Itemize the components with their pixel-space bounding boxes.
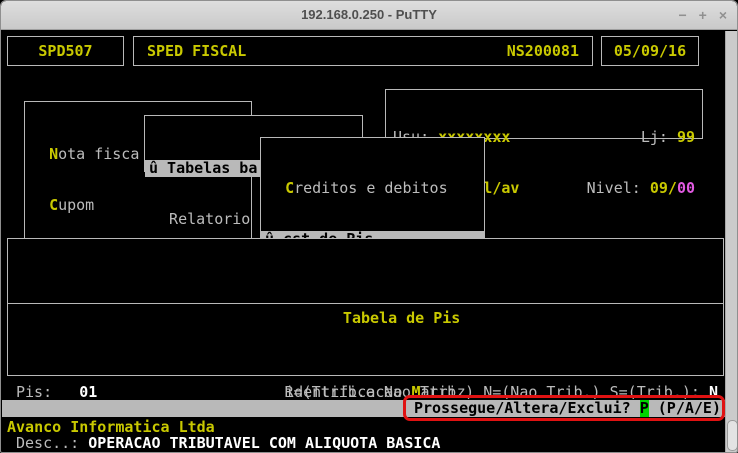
panel-title: Tabela de Pis <box>342 309 461 327</box>
level-label: Nivel: <box>586 179 650 197</box>
program-code-box: SPD507 <box>7 36 124 66</box>
title-bar[interactable]: 192.168.0.250 - PuTTY − + × <box>1 1 737 30</box>
prompt-options: (P/A/E) <box>648 399 721 417</box>
screen-code: NS200081 <box>506 41 579 60</box>
desc-value: OPERACAO TRIBUTAVEL COM ALIQUOTA BASICA <box>88 434 441 452</box>
pis-label: Pis: <box>16 383 80 401</box>
app-title: SPED FISCAL <box>147 41 247 60</box>
prompt-text: Prossegue/Altera/Exclui? <box>413 399 640 417</box>
desc-label: Desc..: <box>16 434 89 452</box>
company-name: Avanco Informatica Ltda <box>7 418 215 436</box>
level-field: Nivel: 09/00 <box>587 180 695 197</box>
app-title-box: SPED FISCAL NS200081 <box>133 36 593 66</box>
minimize-icon[interactable]: − <box>678 6 686 24</box>
terminal-scrollbar[interactable] <box>725 31 737 452</box>
maximize-icon[interactable]: + <box>699 6 707 24</box>
store-value: 99 <box>676 128 695 146</box>
program-code: SPD507 <box>38 41 93 60</box>
desc-field[interactable]: Desc..: OPERACAO TRIBUTAVEL COM ALIQUOTA… <box>16 435 440 452</box>
scrollbar-thumb[interactable] <box>727 420 737 451</box>
store-field: Lj: 99 <box>641 129 695 146</box>
session-info-box: Usu: xxxxxxxx Lj: 99 Imp: ../rel/av Nive… <box>385 89 703 197</box>
tabela-pis-panel: Tabela de Pis Pis: 01 R=(Ttrib.e Nao Tri… <box>7 238 724 452</box>
store-label: Lj: <box>640 128 677 146</box>
pis-field[interactable]: Pis: 01 <box>16 384 97 401</box>
submenu-cst-tables: Creditos e debitos û cst de Pis cst de C… <box>260 137 485 401</box>
level-sub-value: 00 <box>676 179 695 197</box>
prompt-answer-cursor[interactable]: P <box>639 400 649 417</box>
tabela-pis-title-row: Tabela de Pis <box>8 273 723 327</box>
putty-window: 192.168.0.250 - PuTTY − + × SPD507 SPED … <box>0 0 738 453</box>
terminal-screen[interactable]: SPD507 SPED FISCAL NS200081 05/09/16 Usu… <box>2 31 737 452</box>
date-box: 05/09/16 <box>601 36 699 66</box>
submenu-item-creditos-debitos[interactable]: Creditos e debitos <box>261 180 484 197</box>
close-icon[interactable]: × <box>719 6 727 24</box>
status-bar: Prossegue/Altera/Exclui? P (P/A/E) <box>2 400 725 417</box>
pis-code-value: 01 <box>79 383 98 401</box>
window-title: 192.168.0.250 - PuTTY <box>301 7 437 22</box>
level-value: 09/ <box>649 179 677 197</box>
current-date: 05/09/16 <box>613 41 687 60</box>
